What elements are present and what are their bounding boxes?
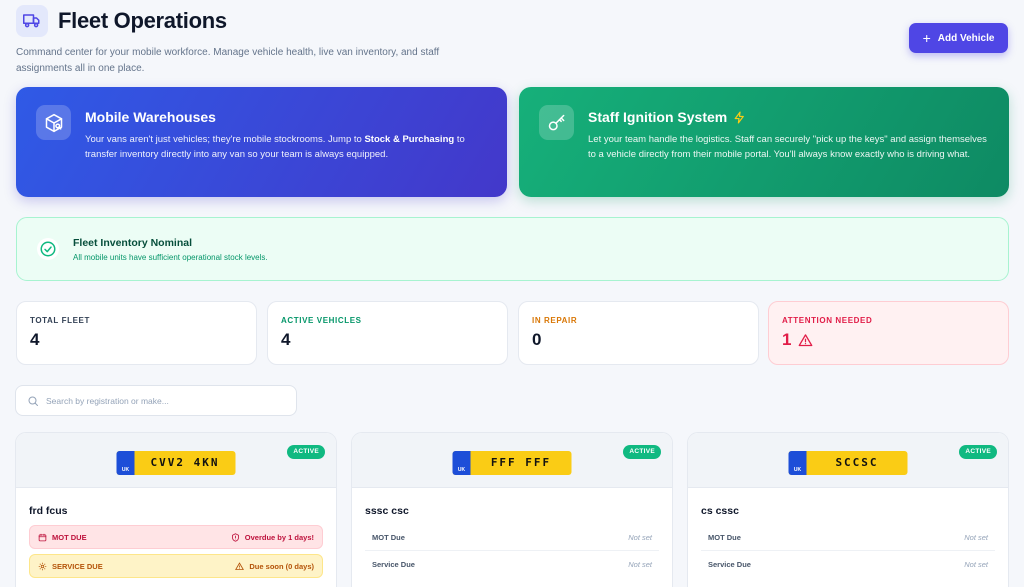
status-badge: ACTIVE — [959, 445, 997, 459]
license-plate: UK CVV2 4KN — [116, 451, 236, 475]
shield-alert-icon — [231, 532, 239, 542]
vehicle-card-header: UK SCCSC ACTIVE — [688, 433, 1008, 488]
service-due-alert: SERVICE DUE Due soon (0 days) — [29, 554, 323, 578]
box-search-icon — [36, 105, 71, 140]
mot-due-alert: MOT DUE Overdue by 1 days! — [29, 525, 323, 549]
stat-total-fleet: TOTAL FLEET 4 — [16, 301, 257, 365]
service-due-row: Service Due Not set — [372, 559, 652, 569]
service-due-row: Service Due Not set — [708, 559, 988, 569]
stat-label: IN REPAIR — [532, 316, 578, 325]
warning-triangle-icon — [799, 333, 813, 346]
search-icon — [28, 396, 38, 406]
mobile-warehouses-text: Your vans aren't just vehicles; they're … — [85, 134, 465, 160]
lightning-icon — [734, 110, 745, 124]
license-plate: UK SCCSC — [788, 451, 908, 475]
warning-triangle-icon — [235, 561, 245, 570]
add-vehicle-label: Add Vehicle — [937, 32, 995, 44]
stat-label: ATTENTION NEEDED — [782, 316, 873, 325]
vehicle-card[interactable]: UK FFF FFF ACTIVE sssc csc MOT Due Not s… — [351, 432, 673, 587]
stat-label: TOTAL FLEET — [30, 316, 90, 325]
staff-ignition-text: Let your team handle the logistics. Staf… — [588, 134, 987, 160]
stat-value: 4 — [30, 330, 40, 349]
vehicle-name: sssc csc — [365, 505, 409, 517]
stat-active-vehicles: ACTIVE VEHICLES 4 — [267, 301, 508, 365]
stat-attention-needed[interactable]: ATTENTION NEEDED 1 — [768, 301, 1009, 365]
stat-value: 1 — [782, 330, 995, 350]
plus-icon: + — [922, 30, 931, 46]
calendar-icon — [38, 533, 47, 541]
truck-icon — [16, 5, 48, 37]
page-subtitle: Command center for your mobile workforce… — [16, 47, 440, 74]
stat-value: 0 — [532, 330, 542, 349]
vehicle-card[interactable]: UK SCCSC ACTIVE cs cssc MOT Due Not set … — [687, 432, 1009, 587]
inventory-status-message: All mobile units have sufficient operati… — [73, 252, 268, 262]
key-icon — [539, 105, 574, 140]
search-input[interactable] — [46, 395, 286, 406]
mot-due-row: MOT Due Not set — [701, 525, 995, 551]
inventory-status-title: Fleet Inventory Nominal — [73, 236, 193, 249]
plate-country: UK — [788, 451, 807, 475]
page-header: Fleet Operations Command center for your… — [16, 5, 1008, 75]
plate-registration: CVV2 4KN — [150, 456, 220, 469]
check-circle-icon — [37, 238, 59, 260]
add-vehicle-button[interactable]: + Add Vehicle — [909, 23, 1008, 53]
cog-icon — [38, 562, 47, 570]
staff-ignition-card: Staff Ignition System Let your team hand… — [519, 87, 1009, 197]
vehicle-card[interactable]: UK CVV2 4KN ACTIVE frd fcus MOT DUE Over… — [15, 432, 337, 587]
license-plate: UK FFF FFF — [452, 451, 572, 475]
stat-label: ACTIVE VEHICLES — [281, 316, 362, 325]
stat-in-repair: IN REPAIR 0 — [518, 301, 759, 365]
page-title: Fleet Operations — [58, 8, 227, 33]
search-box — [15, 385, 297, 416]
plate-country: UK — [116, 451, 135, 475]
stat-value: 4 — [281, 330, 291, 349]
vehicle-card-header: UK FFF FFF ACTIVE — [352, 433, 672, 488]
plate-registration: SCCSC — [835, 456, 879, 469]
plate-country: UK — [452, 451, 471, 475]
staff-ignition-title: Staff Ignition System — [588, 109, 989, 125]
vehicle-name: cs cssc — [701, 505, 739, 517]
stock-purchasing-link[interactable]: Stock & Purchasing — [364, 134, 454, 145]
mobile-warehouses-card: Mobile Warehouses Your vans aren't just … — [16, 87, 507, 197]
status-badge: ACTIVE — [623, 445, 661, 459]
status-badge: ACTIVE — [287, 445, 325, 459]
plate-registration: FFF FFF — [490, 456, 552, 469]
mot-due-row: MOT Due Not set — [365, 525, 659, 551]
mobile-warehouses-title: Mobile Warehouses — [85, 109, 216, 125]
inventory-status-banner: Fleet Inventory Nominal All mobile units… — [16, 217, 1009, 281]
vehicle-card-header: UK CVV2 4KN ACTIVE — [16, 433, 336, 488]
vehicle-name: frd fcus — [29, 505, 68, 517]
